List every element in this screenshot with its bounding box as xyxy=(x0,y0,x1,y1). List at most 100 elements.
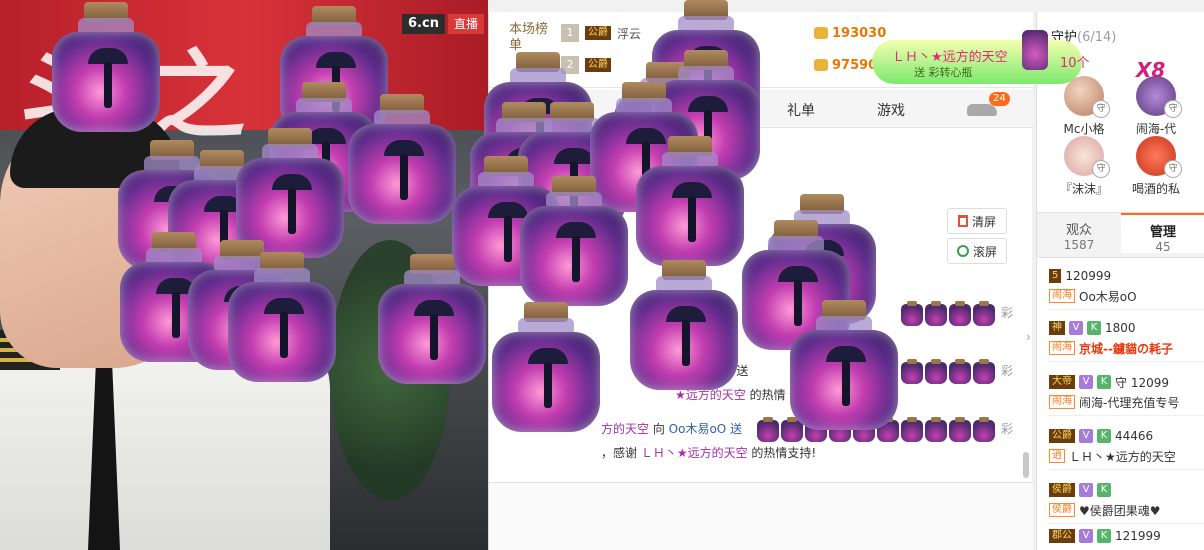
avatar: 守 xyxy=(1064,76,1110,118)
video-player[interactable]: 斗 之 6.cn 直播 xyxy=(0,0,488,550)
manager-item[interactable]: 公爵 V K 44466 逍 ＬＨ丶★远方的天空 xyxy=(1049,426,1204,470)
manager-name: Oo木易oO xyxy=(1079,289,1137,304)
bottle-gift-icon xyxy=(949,301,971,326)
manager-item[interactable]: 大帝 V K 守 12099 闹海 闹海-代理充值专号 xyxy=(1049,372,1204,416)
vip-badge: V xyxy=(1079,483,1093,497)
vip-badge: V xyxy=(1079,429,1093,443)
tab-gifts[interactable]: 礼单 xyxy=(787,100,815,120)
guard-badge: 守 xyxy=(1164,100,1182,118)
level-badge: 神 xyxy=(1049,321,1065,335)
k-badge: K xyxy=(1097,529,1111,543)
chat-user[interactable]: ＬＨ丶★远方的天空 xyxy=(641,446,748,460)
bottle-gift-icon xyxy=(973,301,995,326)
manager-item[interactable]: 神 V K 1800 闹海 京城--鑢貓の耗子 xyxy=(1049,318,1204,362)
tab-games[interactable]: 游戏 xyxy=(877,100,905,120)
guard-item[interactable]: 守 闹海-代 xyxy=(1121,76,1191,137)
bottle-gift-icon xyxy=(805,417,827,442)
chat-scrollbar[interactable] xyxy=(1023,452,1029,478)
bottle-gift-icon xyxy=(853,417,875,442)
manager-number: 守 12099 xyxy=(1115,375,1169,390)
coin-icon xyxy=(814,59,828,71)
guard-name: 喝酒的私 xyxy=(1131,182,1180,196)
site-logo: 6.cn xyxy=(402,14,445,34)
scroll-screen-button[interactable]: 滚屏 xyxy=(947,238,1007,264)
collapse-arrow-icon[interactable]: › xyxy=(1026,330,1036,350)
tab-audience[interactable]: 观众 1587 xyxy=(1037,219,1121,252)
rank-number: 2 xyxy=(561,56,579,74)
rank-name[interactable]: 浮云 xyxy=(617,25,641,42)
chat-text: 的热情支持! xyxy=(747,446,817,460)
chat-user[interactable]: ★远方的天空 xyxy=(675,388,746,402)
chat-user[interactable]: Oo木易oO xyxy=(675,364,733,378)
guard-name: 闹海-代 xyxy=(1135,122,1177,136)
guard-item[interactable]: 守 喝酒的私 xyxy=(1121,136,1191,197)
bottle-gift-icon xyxy=(1022,30,1048,70)
bottle-gift-icon xyxy=(973,359,995,384)
role-badge: 闹海 xyxy=(1049,341,1075,355)
chat-panel: 本场榜单 1 公爵 浮云 193030 2 公爵 97590 礼单 游戏 24 … xyxy=(488,12,1033,550)
guard-name: Mc小格 xyxy=(1063,122,1105,136)
rank-badge: 公爵 xyxy=(585,58,611,72)
audience-tabs: 观众 1587 管理 45 xyxy=(1037,212,1204,258)
rank-badge: 公爵 xyxy=(585,26,611,40)
role-badge: 侯爵 xyxy=(1049,503,1075,517)
bottle-gift-icon xyxy=(901,417,923,442)
manager-item[interactable]: 郡公 V K 121999 xyxy=(1049,526,1204,550)
rank-value: 193030 xyxy=(814,20,886,46)
manager-number: 121999 xyxy=(1115,529,1161,543)
guard-item[interactable]: 守 『沫沫』 xyxy=(1049,136,1119,197)
guard-item[interactable]: 守 Mc小格 xyxy=(1049,76,1119,137)
manager-item[interactable]: 5 120999 闹海 Oo木易oO xyxy=(1049,266,1204,310)
role-badge: 闹海 xyxy=(1049,289,1075,303)
chat-input-area[interactable] xyxy=(489,482,1033,550)
gift-count: 10个 xyxy=(1060,56,1090,71)
k-badge: K xyxy=(1097,375,1111,389)
rank-number: 1 xyxy=(561,24,579,42)
chat-text: ，感谢 xyxy=(601,446,641,460)
coin-icon xyxy=(814,27,828,39)
bottle-gift-icon xyxy=(877,417,899,442)
bottle-gift-icon xyxy=(925,359,947,384)
live-badge: 直播 xyxy=(448,14,485,34)
vip-badge: V xyxy=(1079,529,1093,543)
k-badge: K xyxy=(1097,429,1111,443)
guard-name: 『沫沫』 xyxy=(1059,182,1108,196)
chat-side-text: 彩 xyxy=(1001,422,1014,436)
rank-row[interactable]: 1 公爵 浮云 xyxy=(561,20,641,46)
vip-badge: V xyxy=(1069,321,1083,335)
tab-managers[interactable]: 管理 45 xyxy=(1121,213,1204,254)
room-notice: ...等你。马甲格式:Oo木易oOX調 xyxy=(509,138,686,152)
manager-number: 44466 xyxy=(1115,429,1154,443)
level-badge: 公爵 xyxy=(1049,429,1075,443)
guard-count: (6/14) xyxy=(1077,30,1117,45)
bottle-gift-icon xyxy=(925,417,947,442)
bottle-gift-icon xyxy=(757,417,779,442)
role-badge: 闹海 xyxy=(1049,395,1075,409)
bottle-gift-icon xyxy=(829,417,851,442)
rank-title: 本场榜单 xyxy=(509,22,549,53)
chat-text: 向 xyxy=(649,422,669,436)
guard-badge: 守 xyxy=(1092,160,1110,178)
rank-row[interactable]: 2 公爵 xyxy=(561,52,617,78)
chat-user[interactable]: Oo木易oO 送 xyxy=(669,422,742,436)
chat-user[interactable]: 方的天空 xyxy=(601,422,649,436)
tab-managers-label: 管理 xyxy=(1149,225,1176,240)
bottle-gift-icon xyxy=(901,301,923,326)
chat-text: 送 xyxy=(732,364,749,378)
bottle-gift-icon xyxy=(901,359,923,384)
role-badge: 逍 xyxy=(1049,449,1065,463)
chat-side-text: 彩 xyxy=(1001,306,1014,320)
manager-number: 120999 xyxy=(1065,269,1112,283)
check-icon xyxy=(956,245,969,257)
bottle-gift-icon xyxy=(949,417,971,442)
vip-badge: V xyxy=(1079,375,1093,389)
christmas-tree xyxy=(330,240,450,500)
clear-label: 清屏 xyxy=(971,214,996,229)
k-badge: K xyxy=(1097,483,1111,497)
bottle-gift-icon xyxy=(925,301,947,326)
clear-screen-button[interactable]: 清屏 xyxy=(947,208,1007,234)
car-icon[interactable] xyxy=(967,104,997,116)
chat-tabs: 礼单 游戏 24 xyxy=(489,90,1033,128)
car-count-badge: 24 xyxy=(989,92,1010,106)
manager-item[interactable]: 侯爵 V K 侯爵 ♥侯爵团果魂♥ xyxy=(1049,480,1204,524)
